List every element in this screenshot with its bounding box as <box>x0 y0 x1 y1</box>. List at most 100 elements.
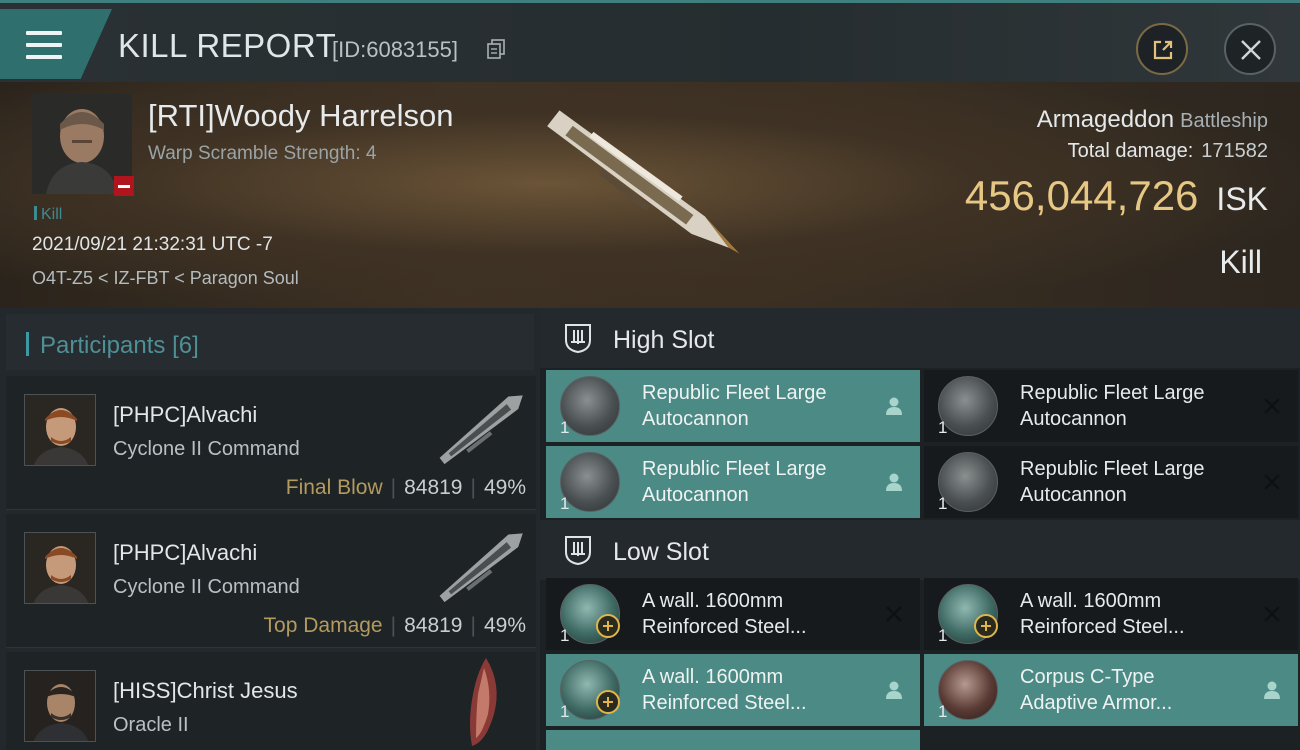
participant-stats: Final Blow | 84819 | 49% <box>285 476 526 499</box>
module-item[interactable]: 1 Republic Fleet Large Autocannon <box>924 446 1298 518</box>
victim-ship-image <box>547 110 740 254</box>
share-button[interactable] <box>1136 23 1188 75</box>
module-name-line2: Adaptive Armor... <box>1020 692 1173 714</box>
top-bar: KILL REPORT [ID:6083155] <box>0 0 1300 82</box>
participant-percent: 49% <box>483 614 526 637</box>
high-slot-icon <box>565 324 591 354</box>
module-item[interactable]: 1 Republic Fleet Large Autocannon <box>924 370 1298 442</box>
hostile-status-badge <box>114 176 134 196</box>
pilot-icon <box>886 397 902 415</box>
destroyed-x-icon <box>1264 398 1280 414</box>
module-quantity: 1 <box>560 702 570 721</box>
module-name: Republic Fleet Large Autocannon <box>1020 380 1260 432</box>
participant-avatar[interactable] <box>24 532 96 604</box>
pilot-icon <box>886 681 902 699</box>
page-title: KILL REPORT <box>118 27 337 64</box>
participant-damage: 84819 <box>404 614 463 637</box>
module-item[interactable]: 1 A wall. 1600mm Reinforced Steel... <box>546 578 920 650</box>
pilot-icon <box>1264 681 1280 699</box>
module-item[interactable]: 1 A wall. 1600mm Reinforced Steel... <box>546 654 920 726</box>
module-quantity: 1 <box>560 418 570 437</box>
low-slot-title: Low Slot <box>613 538 709 566</box>
module-item[interactable]: 1 A wall. 1600mm Reinforced Steel... <box>924 578 1298 650</box>
low-slot-icon <box>565 536 591 566</box>
participant-percent: 49% <box>483 476 526 499</box>
kill-result: Kill <box>1219 244 1262 280</box>
participants-panel: Participants [6] [PHPC]Alvachi Cyclone I… <box>0 308 540 750</box>
isk-amount: 456,044,726 <box>964 172 1199 219</box>
module-name-line1: Republic Fleet Large <box>1020 382 1205 404</box>
menu-tab[interactable] <box>0 9 112 79</box>
hamburger-menu-icon[interactable] <box>26 31 64 61</box>
close-icon <box>1241 40 1261 60</box>
module-name-line1: Republic Fleet Large <box>1020 458 1205 480</box>
participant-damage: 84819 <box>404 476 463 499</box>
participant-card[interactable]: [PHPC]Alvachi Cyclone II Command Final B… <box>6 376 536 510</box>
high-slot-header: High Slot <box>540 308 1300 368</box>
victim-ship[interactable]: Armageddon Battleship <box>1037 106 1268 134</box>
destroyed-x-icon <box>1264 474 1280 490</box>
participant-ship-image <box>439 395 523 465</box>
pilot-icon <box>886 473 902 491</box>
participant-ship: Cyclone II Command <box>113 576 300 598</box>
module-quantity: 1 <box>560 494 570 513</box>
module-name: A wall. 1600mm Reinforced Steel... <box>642 588 882 640</box>
participant-ship-image <box>439 533 523 603</box>
plus-icon <box>596 690 620 714</box>
module-quantity: 1 <box>938 494 948 513</box>
star-icon <box>95 741 96 742</box>
module-quantity: 1 <box>560 626 570 645</box>
isk-unit: ISK <box>1216 181 1268 217</box>
kill-tag-label: Kill <box>41 206 63 223</box>
kill-timestamp: 2021/09/21 21:32:31 UTC -7 <box>32 234 273 255</box>
module-name-line1: Corpus C-Type <box>1020 666 1155 688</box>
participant-name: [PHPC]Alvachi <box>113 402 258 427</box>
module-item[interactable]: 1 Corpus C-Type Adaptive Armor... <box>924 654 1298 726</box>
module-name-line2: Autocannon <box>642 408 749 430</box>
participant-avatar[interactable] <box>24 394 96 466</box>
participant-ship-image <box>470 658 497 746</box>
module-name-line1: A wall. 1600mm <box>1020 590 1162 612</box>
participant-avatar[interactable] <box>24 670 96 742</box>
module-name: A wall. 1600mm Reinforced Steel... <box>1020 588 1260 640</box>
participant-ship: Cyclone II Command <box>113 438 300 460</box>
module-name-line1: Republic Fleet Large <box>642 458 827 480</box>
low-slot-header: Low Slot <box>540 520 1300 580</box>
kill-tag: Kill <box>34 206 62 224</box>
module-quantity: 1 <box>938 418 948 437</box>
module-item[interactable] <box>546 730 920 750</box>
close-button[interactable] <box>1224 23 1276 75</box>
module-quantity: 1 <box>938 702 948 721</box>
total-damage: Total damage: 171582 <box>1068 140 1268 163</box>
warp-scramble-strength: Warp Scramble Strength: 4 <box>148 143 377 164</box>
high-slot-title: High Slot <box>613 326 715 354</box>
module-name: Republic Fleet Large Autocannon <box>642 456 882 508</box>
module-name-line1: Republic Fleet Large <box>642 382 827 404</box>
total-damage-value: 171582 <box>1201 140 1268 162</box>
victim-summary: [RTI]Woody Harrelson Warp Scramble Stren… <box>0 82 1300 308</box>
module-item[interactable]: 1 Republic Fleet Large Autocannon <box>546 446 920 518</box>
module-quantity: 1 <box>938 626 948 645</box>
module-name-line2: Reinforced Steel... <box>1020 616 1185 638</box>
destroyed-x-icon <box>1264 606 1280 622</box>
total-damage-label: Total damage: <box>1067 140 1194 162</box>
kill-location[interactable]: O4T-Z5 < IZ-FBT < Paragon Soul <box>32 268 299 289</box>
participant-stats: Top Damage | 84819 | 49% <box>263 614 526 637</box>
participant-name: [PHPC]Alvachi <box>113 540 258 565</box>
module-item[interactable]: 1 Republic Fleet Large Autocannon <box>546 370 920 442</box>
participant-ship: Oracle II <box>113 714 189 736</box>
victim-name[interactable]: [RTI]Woody Harrelson <box>148 98 454 134</box>
module-name-line2: Reinforced Steel... <box>642 692 807 714</box>
participants-label: Participants <box>40 332 166 359</box>
share-icon <box>1153 40 1173 60</box>
module-name-line2: Autocannon <box>1020 408 1127 430</box>
participant-name: [HISS]Christ Jesus <box>113 678 298 703</box>
participant-tag: Final Blow <box>285 476 383 499</box>
module-name-line2: Autocannon <box>642 484 749 506</box>
participant-card[interactable]: [PHPC]Alvachi Cyclone II Command Top Dam… <box>6 514 536 648</box>
participants-count: [6] <box>172 332 199 359</box>
participant-card[interactable]: [HISS]Christ Jesus Oracle II <box>6 652 536 750</box>
report-id: [ID:6083155] <box>332 37 458 62</box>
module-name-line1: A wall. 1600mm <box>642 666 784 688</box>
copy-icon[interactable] <box>487 39 505 59</box>
